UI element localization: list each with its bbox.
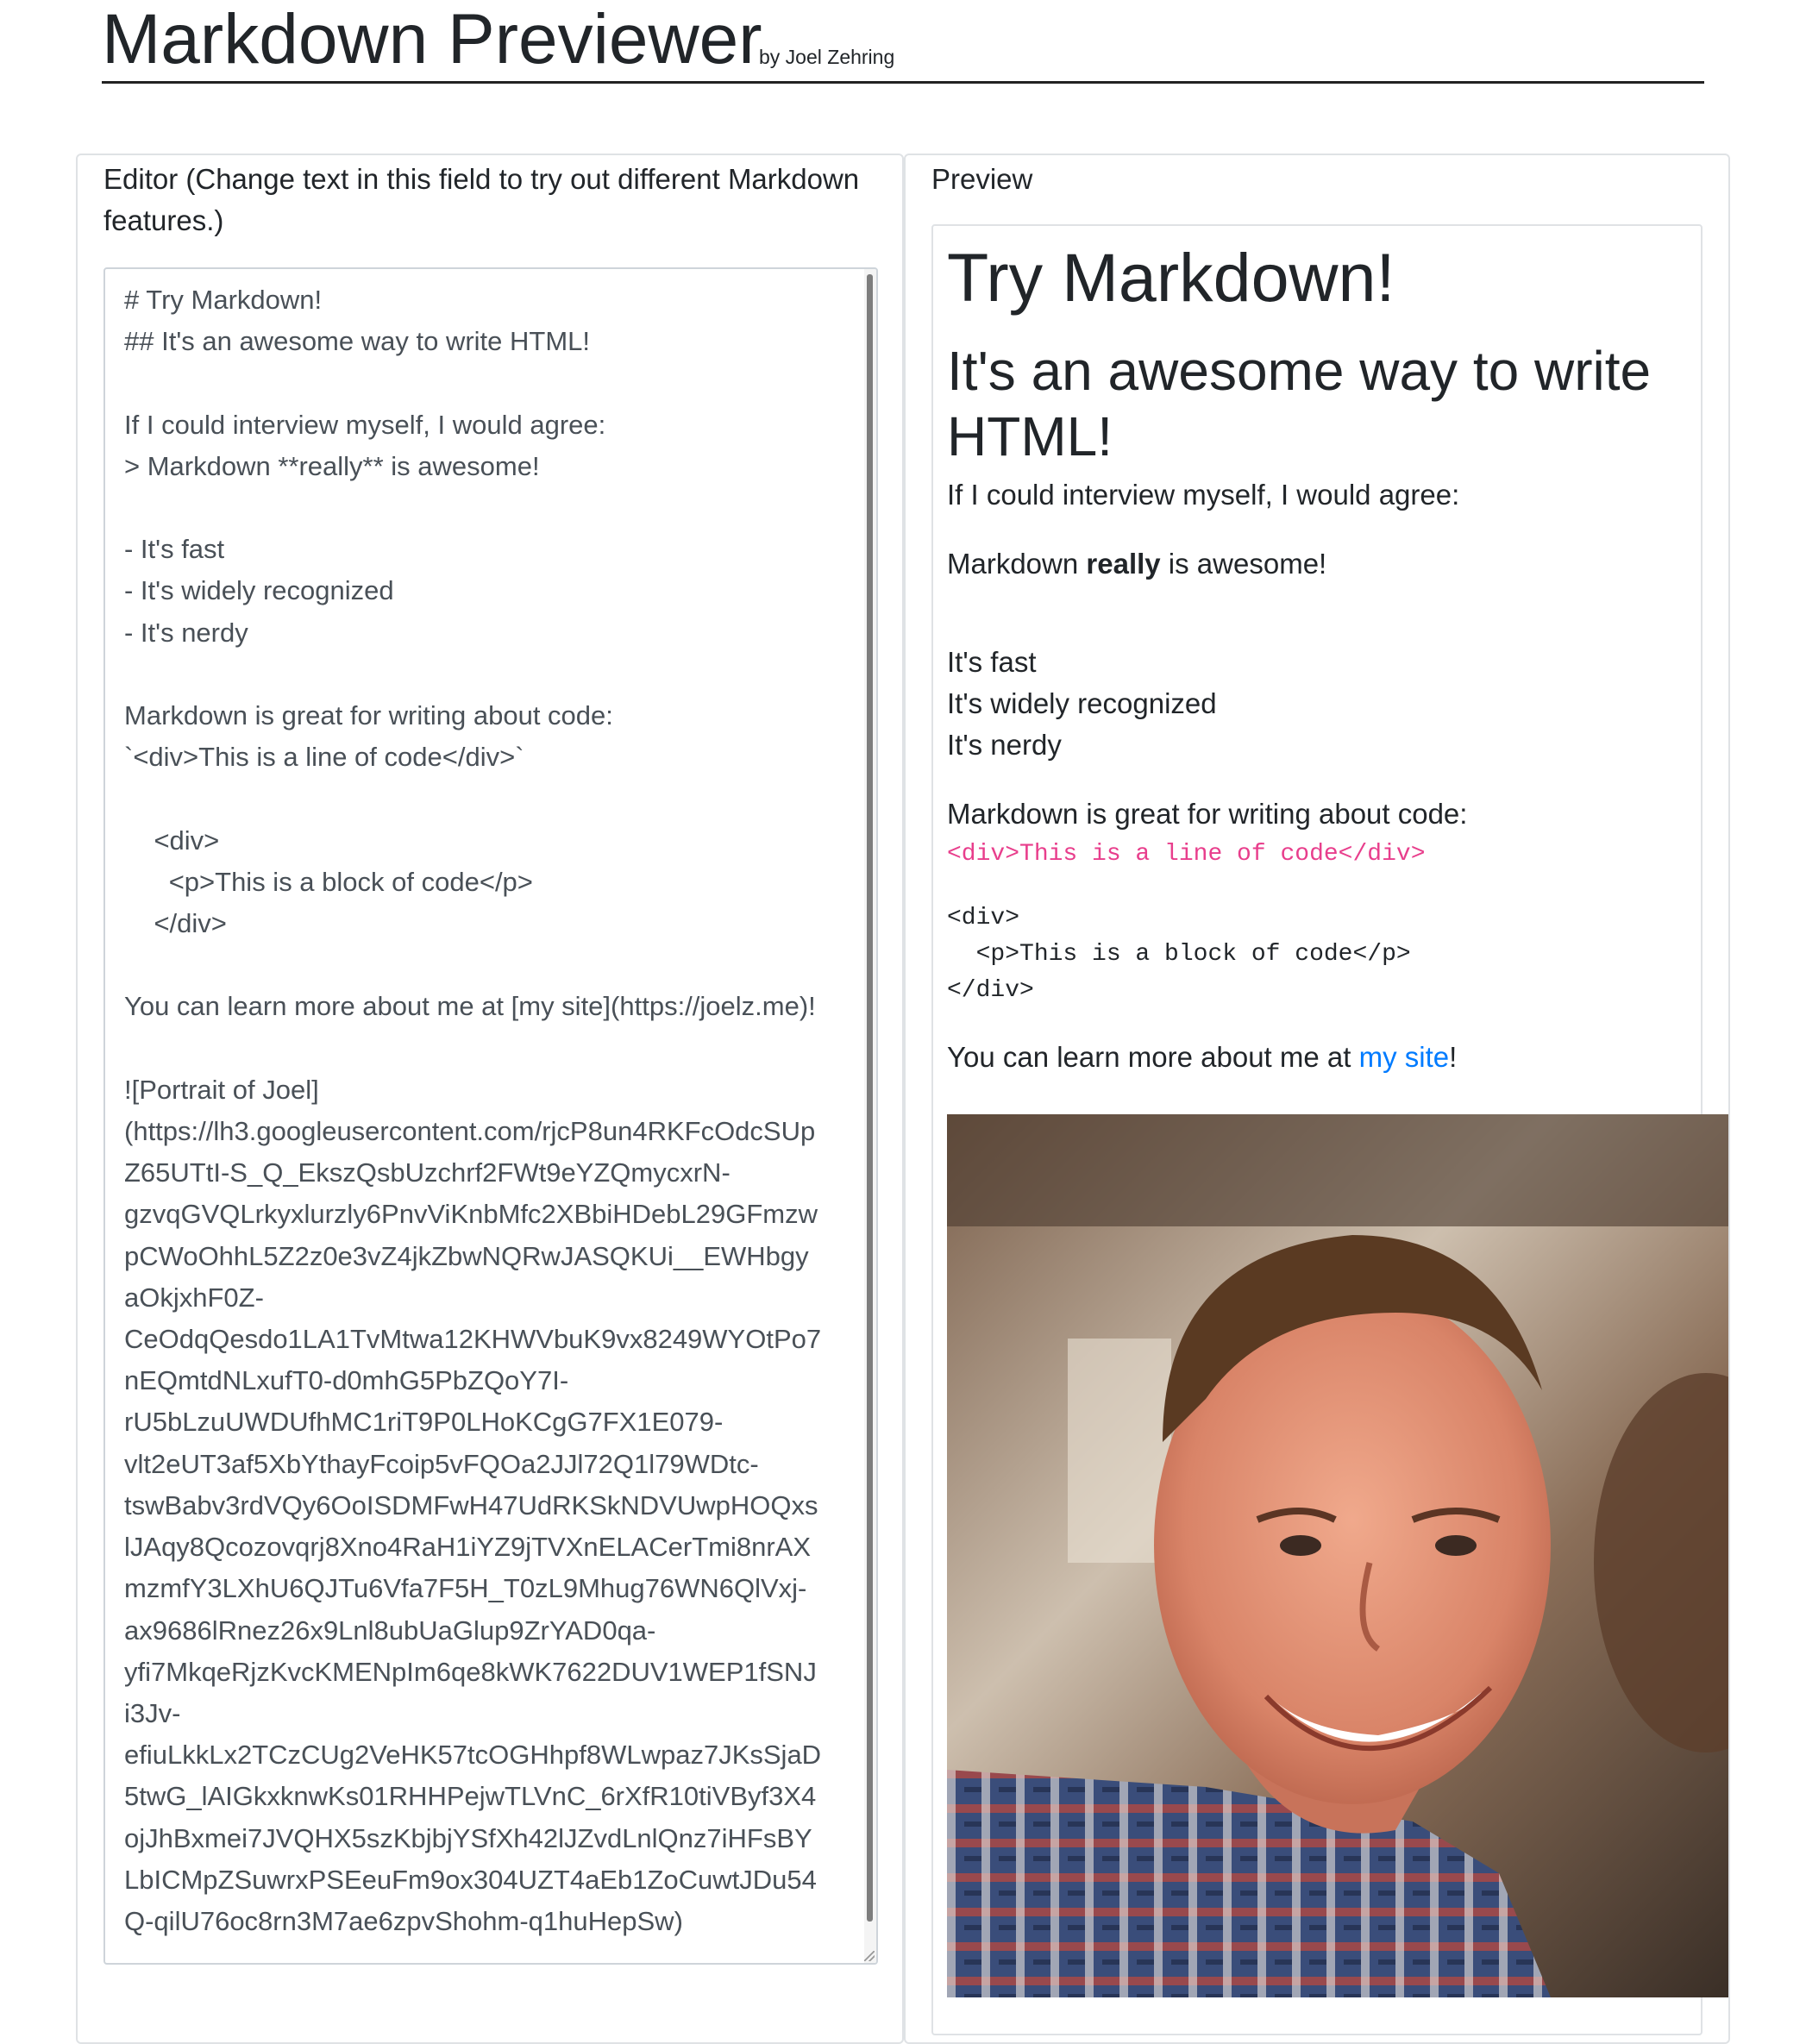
preview-blockquote: Markdown really is awesome! [947,543,1326,585]
portrait-image [947,1114,1728,1997]
inline-code: <div>This is a line of code</div> [947,841,1426,868]
scrollbar-thumb[interactable] [867,274,873,1922]
app-title: Markdown Previewer [102,0,762,78]
list-item: It's nerdy [947,729,1062,761]
resize-grip-icon[interactable] [864,1951,875,1961]
quote-bold: really [1086,548,1161,580]
portrait-illustration [947,1114,1728,1997]
preview-h2: It's an awesome way to write HTML! [947,340,1652,467]
code-block: <div> <p>This is a block of code</p> </d… [947,905,1411,1004]
list-item: It's fast [947,646,1037,678]
preview-link-paragraph: You can learn more about me at my site! [947,1037,1457,1078]
editor-content[interactable]: # Try Markdown! ## It's an awesome way t… [124,279,849,1942]
list-item: It's widely recognized [947,687,1217,719]
preview-code-paragraph: Markdown is great for writing about code… [947,798,1468,830]
editor-scrollbar[interactable] [864,269,876,1963]
my-site-link[interactable]: my site [1359,1041,1450,1073]
quote-text: Markdown [947,548,1087,580]
quote-text-end: is awesome! [1160,548,1327,580]
preview-h1: Try Markdown! [947,239,1395,316]
editor-panel: Editor (Change text in this field to try… [76,154,904,2044]
preview-content: Try Markdown! It's an awesome way to wri… [931,224,1728,2035]
preview-panel: Preview Try Markdown! It's an awesome wa… [904,154,1730,2044]
link-paragraph-end: ! [1449,1041,1458,1073]
page-header: Markdown Previewer by Joel Zehring [102,0,1704,84]
link-paragraph-text: You can learn more about me at [947,1041,1359,1073]
preview-heading: Preview [931,163,1033,195]
preview-paragraph: If I could interview myself, I would agr… [947,479,1460,511]
editor-textarea[interactable]: # Try Markdown! ## It's an awesome way t… [103,267,878,1965]
byline: by Joel Zehring [759,46,895,68]
editor-heading: Editor (Change text in this field to try… [103,163,860,236]
